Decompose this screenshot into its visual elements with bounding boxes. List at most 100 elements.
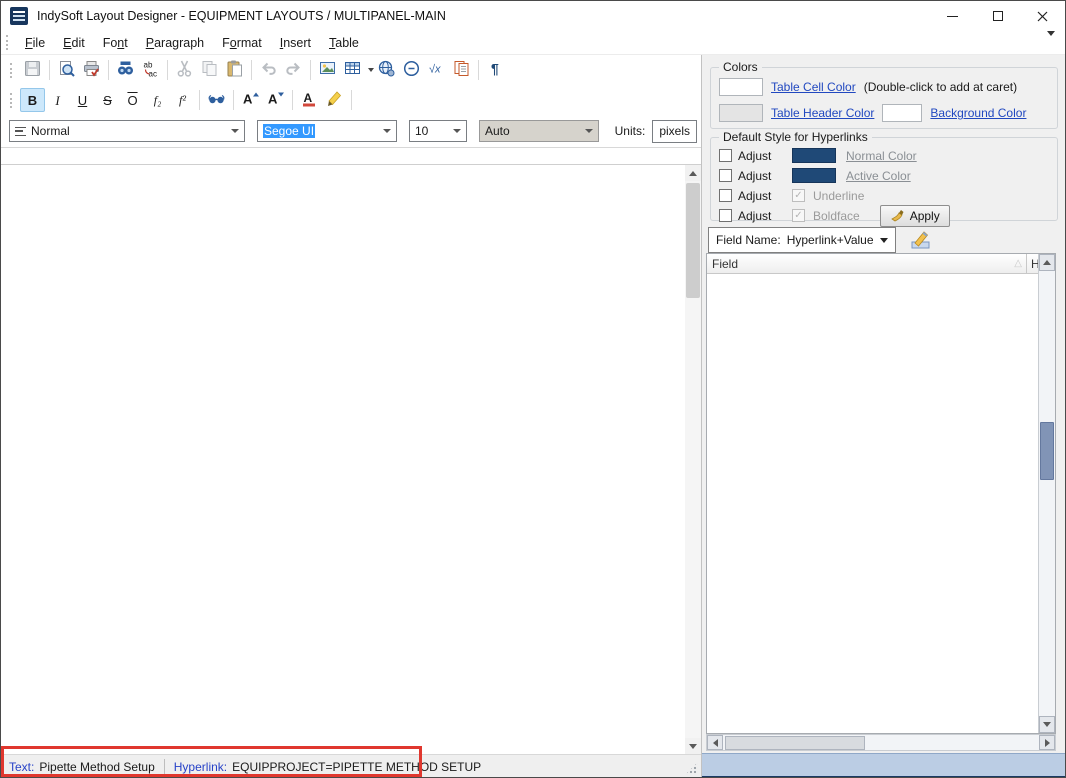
redo-button[interactable] bbox=[281, 58, 306, 82]
edit-field-icon[interactable] bbox=[910, 229, 932, 251]
menu-item-edit[interactable]: Edit bbox=[54, 33, 94, 53]
scrollbar-thumb[interactable] bbox=[686, 183, 700, 298]
font-color-button[interactable]: A bbox=[297, 88, 322, 112]
normal-color-swatch[interactable] bbox=[792, 148, 836, 163]
bold-button[interactable]: B bbox=[20, 88, 45, 112]
adjust-boldface-checkbox[interactable] bbox=[719, 209, 732, 222]
field-list-scrollbar[interactable] bbox=[1038, 254, 1055, 733]
grow-font-icon: A bbox=[241, 89, 260, 111]
adjust-active-checkbox[interactable] bbox=[719, 169, 732, 182]
superscript-button[interactable]: f² bbox=[170, 88, 195, 112]
scroll-up-icon[interactable] bbox=[1039, 254, 1055, 271]
overline-icon: O bbox=[127, 94, 137, 107]
field-column-header[interactable]: Field bbox=[712, 257, 738, 271]
menu-item-format[interactable]: Format bbox=[213, 33, 271, 53]
field-name-select[interactable]: Field Name: Hyperlink+Value bbox=[708, 227, 896, 253]
field-list-header[interactable]: Field H bbox=[707, 254, 1038, 274]
find-button[interactable] bbox=[113, 58, 138, 82]
insert-formula-button[interactable]: √x bbox=[424, 58, 449, 82]
print-preview-button[interactable] bbox=[54, 58, 79, 82]
table-cell-color-swatch[interactable] bbox=[719, 78, 763, 96]
scrollbar-thumb[interactable] bbox=[725, 736, 865, 750]
italic-button[interactable]: I bbox=[45, 88, 70, 112]
insert-image-button[interactable] bbox=[315, 58, 340, 82]
menu-item-insert[interactable]: Insert bbox=[271, 33, 320, 53]
replace-button[interactable]: abac bbox=[138, 58, 163, 82]
toolbar-drag-handle[interactable] bbox=[6, 35, 9, 50]
hyperlink-column-header[interactable]: H bbox=[1026, 254, 1038, 273]
font-select[interactable]: Segoe UI bbox=[257, 120, 397, 142]
background-color-link[interactable]: Background Color bbox=[930, 106, 1026, 120]
paste-button[interactable] bbox=[222, 58, 247, 82]
scrollbar-thumb[interactable] bbox=[1040, 422, 1054, 480]
normal-color-link[interactable]: Normal Color bbox=[846, 149, 917, 163]
paste-icon bbox=[225, 59, 244, 81]
scroll-down-icon[interactable] bbox=[1039, 716, 1055, 733]
underline-button[interactable]: U bbox=[70, 88, 95, 112]
toolbar-drag-handle[interactable] bbox=[10, 93, 13, 108]
svg-text:A: A bbox=[268, 92, 278, 107]
active-color-link[interactable]: Active Color bbox=[846, 169, 911, 183]
field-list-hscrollbar[interactable] bbox=[706, 734, 1056, 751]
menu-item-file[interactable]: File bbox=[16, 33, 54, 53]
menu-overflow-icon[interactable] bbox=[1047, 36, 1055, 50]
cut-button[interactable] bbox=[172, 58, 197, 82]
shrink-font-button[interactable]: A bbox=[263, 88, 288, 112]
svg-text:ab: ab bbox=[144, 61, 153, 70]
caret-hint: (Double-click to add at caret) bbox=[864, 80, 1017, 94]
table-header-color-link[interactable]: Table Header Color bbox=[771, 106, 874, 120]
font-size-select[interactable]: 10 bbox=[409, 120, 467, 142]
adjust-normal-checkbox[interactable] bbox=[719, 149, 732, 162]
active-color-swatch[interactable] bbox=[792, 168, 836, 183]
strikethrough-button[interactable]: S bbox=[95, 88, 120, 112]
maximize-icon[interactable] bbox=[975, 1, 1020, 31]
scroll-down-icon[interactable] bbox=[685, 738, 701, 754]
hyperlink-globe-button[interactable] bbox=[374, 58, 399, 82]
table-header-color-swatch[interactable] bbox=[719, 104, 763, 122]
apply-button[interactable]: Apply bbox=[880, 205, 950, 227]
insert-table-button[interactable] bbox=[340, 58, 365, 82]
scroll-left-icon[interactable] bbox=[707, 735, 723, 750]
close-icon[interactable] bbox=[1020, 1, 1065, 31]
style-select[interactable]: Normal bbox=[9, 120, 245, 142]
scroll-up-icon[interactable] bbox=[685, 165, 701, 181]
title-bar: IndySoft Layout Designer - EQUIPMENT LAY… bbox=[1, 1, 1065, 31]
hyperlink-group-title: Default Style for Hyperlinks bbox=[719, 130, 872, 144]
subscript-button[interactable]: f₂ bbox=[145, 88, 170, 112]
chevron-down-icon bbox=[383, 129, 391, 133]
adjust-label: Adjust bbox=[738, 169, 782, 183]
adjust-underline-checkbox[interactable] bbox=[719, 189, 732, 202]
table-cell-color-link[interactable]: Table Cell Color bbox=[771, 80, 856, 94]
document-scrollbar[interactable] bbox=[685, 165, 701, 754]
insert-symbol-icon bbox=[402, 59, 421, 81]
insert-formula-icon: √x bbox=[427, 59, 446, 81]
menu-item-font[interactable]: Font bbox=[94, 33, 137, 53]
toolbar-drag-handle[interactable] bbox=[10, 63, 13, 78]
pilcrow-icon: ¶ bbox=[486, 59, 505, 81]
menu-item-table[interactable]: Table bbox=[320, 33, 368, 53]
save-button[interactable] bbox=[20, 58, 45, 82]
find-icon bbox=[116, 59, 135, 81]
insert-symbol-button[interactable] bbox=[399, 58, 424, 82]
menu-item-paragraph[interactable]: Paragraph bbox=[137, 33, 213, 53]
copy-format-button[interactable] bbox=[449, 58, 474, 82]
highlight-color-button[interactable] bbox=[322, 88, 347, 112]
grow-font-button[interactable]: A bbox=[238, 88, 263, 112]
spacing-select[interactable]: Auto bbox=[479, 120, 599, 142]
resize-grip-icon[interactable] bbox=[685, 762, 698, 775]
document-canvas[interactable] bbox=[1, 165, 685, 754]
boldface-checkbox bbox=[792, 209, 805, 222]
copy-button[interactable] bbox=[197, 58, 222, 82]
background-color-swatch[interactable] bbox=[882, 104, 922, 122]
minimize-icon[interactable] bbox=[930, 1, 975, 31]
scroll-right-icon[interactable] bbox=[1039, 735, 1055, 750]
field-shading-button[interactable] bbox=[204, 88, 229, 112]
units-value: pixels bbox=[652, 120, 697, 143]
hyperlink-globe-icon bbox=[377, 59, 396, 81]
pilcrow-button[interactable]: ¶ bbox=[483, 58, 508, 82]
style-value: Normal bbox=[31, 124, 70, 138]
highlight-color-icon bbox=[325, 89, 344, 111]
print-button[interactable] bbox=[79, 58, 104, 82]
undo-button[interactable] bbox=[256, 58, 281, 82]
overline-button[interactable]: O bbox=[120, 88, 145, 112]
